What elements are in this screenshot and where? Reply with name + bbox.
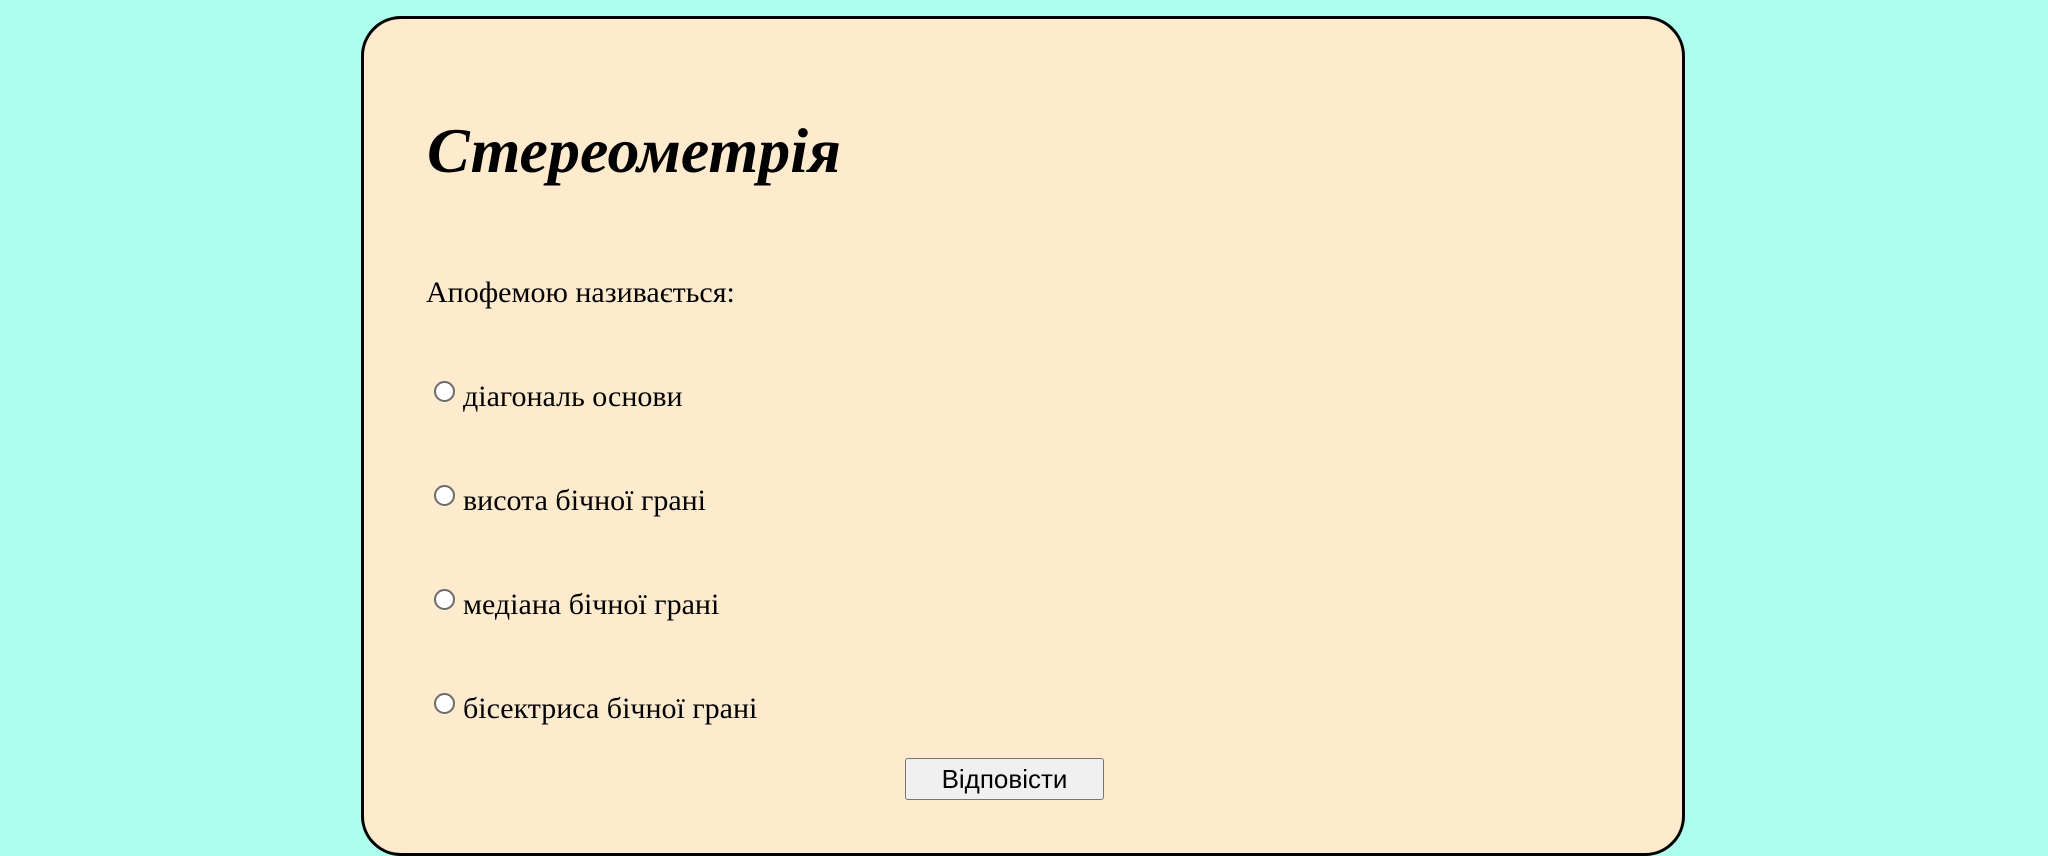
answer-option-3[interactable]: медіана бічної грані xyxy=(434,587,719,623)
page-title: Стереометрія xyxy=(427,115,841,186)
answer-option-label: бісектриса бічної грані xyxy=(463,692,758,725)
answer-option-label: висота бічної грані xyxy=(463,484,707,517)
answer-option-label: діагональ основи xyxy=(463,380,683,413)
answer-option-4[interactable]: бісектриса бічної грані xyxy=(434,691,757,727)
quiz-card: Стереометрія Апофемою називається: діаго… xyxy=(361,16,1685,856)
radio-button[interactable] xyxy=(434,589,455,610)
radio-button[interactable] xyxy=(434,693,455,714)
radio-button[interactable] xyxy=(434,381,455,402)
answer-option-2[interactable]: висота бічної грані xyxy=(434,483,706,519)
answer-option-label: медіана бічної грані xyxy=(463,588,720,621)
question-text: Апофемою називається: xyxy=(426,276,735,309)
radio-button[interactable] xyxy=(434,485,455,506)
answer-option-1[interactable]: діагональ основи xyxy=(434,379,683,415)
submit-answer-button[interactable]: Відповісти xyxy=(905,758,1104,800)
